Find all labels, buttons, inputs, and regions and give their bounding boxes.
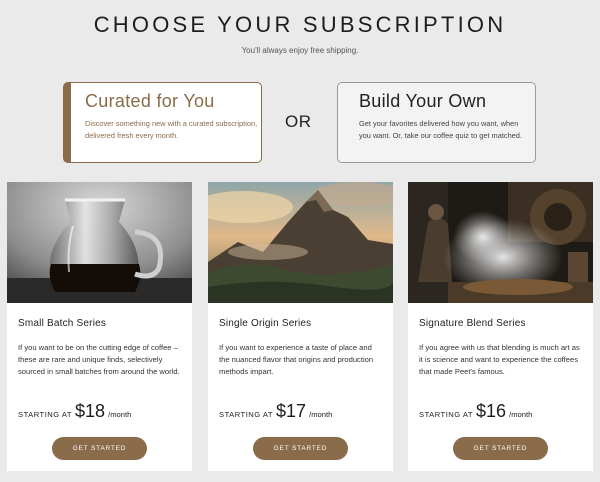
- starting-at-label: STARTING AT: [219, 410, 274, 419]
- card-description: If you agree with us that blending is mu…: [419, 343, 580, 376]
- card-title: Signature Blend Series: [419, 318, 526, 329]
- price-row: STARTING AT $18 /month: [18, 401, 131, 422]
- build-option-title: Build Your Own: [359, 91, 487, 111]
- curated-option-description: Discover something new with a curated su…: [85, 119, 258, 140]
- small-batch-card: Small Batch Series If you want to be on …: [7, 182, 192, 471]
- price-amount: $17: [276, 401, 307, 421]
- single-origin-card: Single Origin Series If you want to expe…: [208, 182, 393, 471]
- get-started-button[interactable]: GET STARTED: [253, 437, 348, 460]
- price-period: /month: [108, 410, 132, 419]
- price-amount: $18: [75, 401, 106, 421]
- card-title: Single Origin Series: [219, 318, 312, 329]
- price-amount: $16: [476, 401, 507, 421]
- card-description: If you want to be on the cutting edge of…: [18, 343, 180, 376]
- price-period: /month: [309, 410, 333, 419]
- curated-for-you-option[interactable]: Curated for You Discover something new w…: [63, 82, 262, 163]
- mountain-landscape-photo: [208, 182, 393, 303]
- build-option-description: Get your favorites delivered how you wan…: [359, 119, 522, 140]
- get-started-button[interactable]: GET STARTED: [52, 437, 147, 460]
- card-title: Small Batch Series: [18, 318, 107, 329]
- or-label: OR: [285, 112, 312, 131]
- coffee-carafe-photo: [7, 182, 192, 303]
- signature-blend-card: Signature Blend Series If you agree with…: [408, 182, 593, 471]
- price-row: STARTING AT $16 /month: [419, 401, 532, 422]
- curated-option-title: Curated for You: [85, 91, 215, 111]
- build-your-own-option[interactable]: Build Your Own Get your favorites delive…: [337, 82, 536, 163]
- starting-at-label: STARTING AT: [419, 410, 474, 419]
- coffee-roaster-photo: [408, 182, 593, 303]
- card-description: If you want to experience a taste of pla…: [219, 343, 374, 376]
- page-title: CHOOSE YOUR SUBSCRIPTION: [93, 12, 507, 37]
- starting-at-label: STARTING AT: [18, 410, 73, 419]
- get-started-button[interactable]: GET STARTED: [453, 437, 548, 460]
- page-subtitle: You'll always enjoy free shipping.: [241, 46, 359, 55]
- price-row: STARTING AT $17 /month: [219, 401, 332, 422]
- price-period: /month: [509, 410, 533, 419]
